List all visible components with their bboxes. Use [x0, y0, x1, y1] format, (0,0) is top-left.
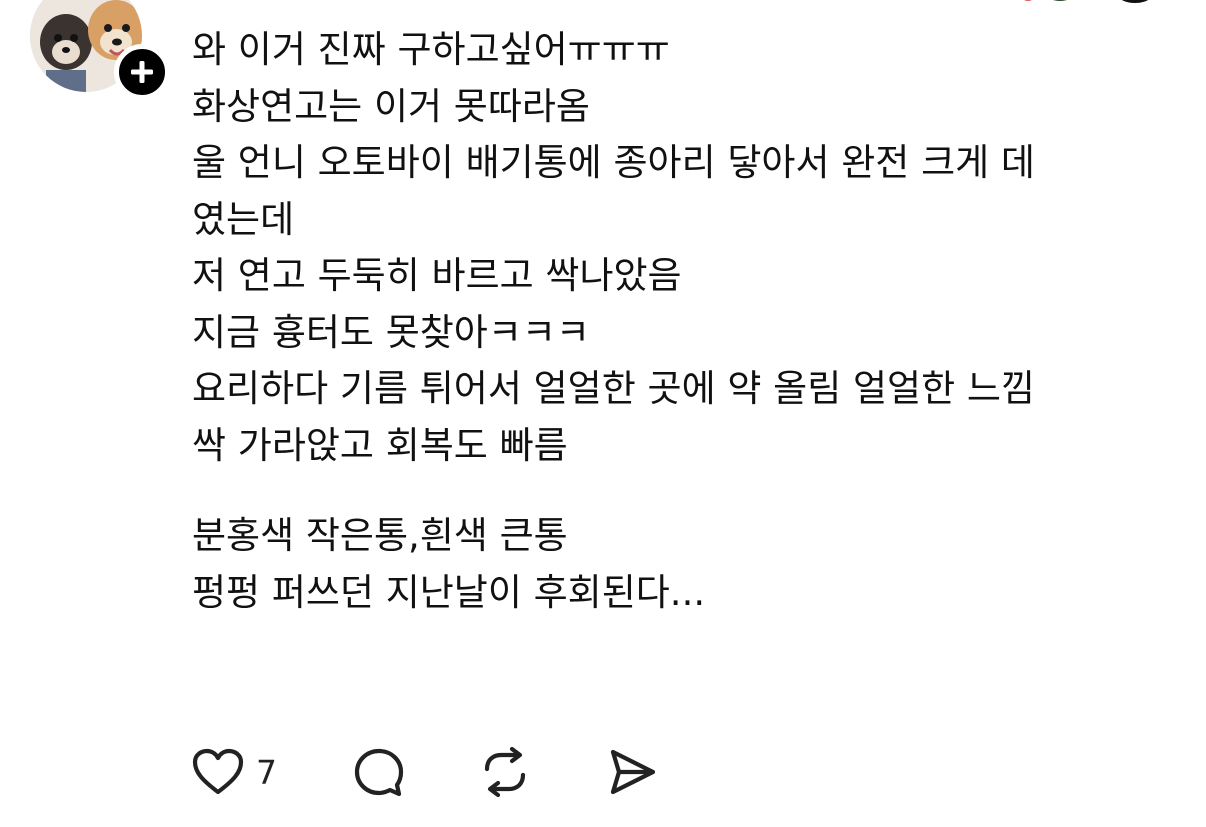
- post-line: 분홍색 작은통,흰색 큰통: [192, 514, 568, 557]
- repost-button[interactable]: [479, 747, 531, 797]
- post-line: 와 이거 진짜 구하고싶어ㅠㅠㅠ: [192, 28, 670, 71]
- comment-icon: [354, 748, 404, 797]
- like-button[interactable]: 7: [192, 748, 277, 796]
- post-line: 화상연고는 이거 못따라옴: [192, 84, 590, 128]
- post-action-bar: 7: [192, 742, 659, 802]
- post-line: 였는데: [192, 197, 295, 241]
- post-line: 싹 가라앉고 회복도 빠름: [192, 423, 568, 467]
- share-button[interactable]: [605, 747, 659, 797]
- heart-icon: [192, 748, 244, 795]
- post-line: 울 언니 오토바이 배기통에 종아리 닿아서 완전 크게 데: [192, 141, 1035, 184]
- plus-icon: [131, 61, 153, 83]
- author-avatar-group: [30, 0, 170, 100]
- header-remnant: [1010, 0, 1170, 6]
- post-line: 요리하다 기름 튀어서 얼얼한 곳에 약 올림 얼얼한 느낌: [192, 367, 1035, 410]
- like-count: 7: [256, 752, 277, 792]
- post-line: 저 연고 두둑히 바르고 싹나았음: [192, 254, 682, 297]
- repost-icon: [484, 747, 526, 797]
- post-text: 와 이거 진짜 구하고싶어ㅠㅠㅠ 화상연고는 이거 못따라옴 울 언니 오토바이…: [192, 22, 1182, 621]
- follow-button[interactable]: [114, 44, 170, 100]
- reply-button[interactable]: [353, 747, 405, 797]
- post-line: 지금 흉터도 못찾아ㅋㅋㅋ: [192, 310, 590, 354]
- post-line: 펑펑 퍼쓰던 지난날이 후회된다...: [192, 570, 706, 614]
- send-icon: [610, 749, 656, 795]
